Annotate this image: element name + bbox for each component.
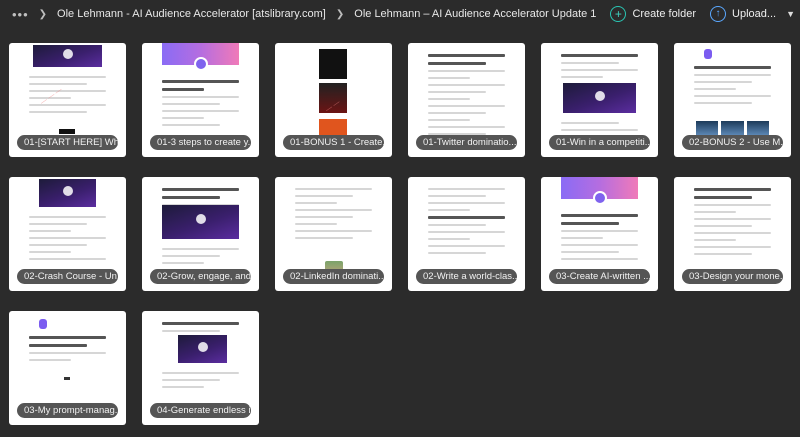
video-thumbnail	[33, 45, 102, 67]
file-name: 01-3 steps to create y...	[150, 135, 251, 150]
file-name: 02-LinkedIn dominati...	[283, 269, 384, 284]
breadcrumb-item-current[interactable]: Ole Lehmann – AI Audience Accelerator Up…	[354, 8, 596, 20]
file-tile[interactable]: 02-Grow, engage, and...	[142, 177, 259, 291]
file-name: 03-My prompt-manag...	[17, 403, 118, 418]
chevron-right-icon: ❯	[335, 8, 345, 20]
top-bar: ••• ❯ Ole Lehmann - AI Audience Accelera…	[0, 0, 800, 28]
video-thumbnail	[563, 83, 636, 113]
file-name: 04-Generate endless i...	[150, 403, 251, 418]
button-preview	[59, 129, 75, 134]
logo-icon	[39, 319, 47, 329]
file-tile[interactable]: 01-Twitter dominatio...	[408, 43, 525, 157]
badge-icon	[193, 57, 208, 71]
file-name: 01-BONUS 1 - Create...	[283, 135, 384, 150]
play-icon	[197, 341, 208, 352]
play-icon	[594, 90, 605, 101]
upload-label: Upload...	[732, 8, 777, 20]
play-icon	[195, 214, 206, 225]
video-thumbnail	[39, 179, 96, 207]
play-icon	[62, 49, 73, 60]
more-icon[interactable]: •••	[12, 7, 29, 22]
chevron-right-icon: ❯	[38, 8, 48, 20]
upload-button[interactable]: ↑ Upload... ▼	[710, 6, 795, 22]
file-name: 02-BONUS 2 - Use M...	[682, 135, 783, 150]
file-name: 03-Design your mone...	[682, 269, 783, 284]
file-tile[interactable]: 02-BONUS 2 - Use M...	[674, 43, 791, 157]
file-tile[interactable]: 04-Generate endless i...	[142, 311, 259, 425]
file-tile[interactable]: 01-Win in a competiti...	[541, 43, 658, 157]
file-grid: — — — 01-[START HERE] Wh... 01-3 steps t…	[9, 43, 791, 425]
create-folder-label: Create folder	[632, 8, 697, 20]
chevron-down-icon[interactable]: ▼	[786, 9, 795, 19]
badge-icon	[592, 191, 607, 205]
upload-arrow-icon: ↑	[710, 6, 727, 22]
file-name: 01-[START HERE] Wh...	[17, 135, 118, 150]
file-tile[interactable]: 02-Crash Course - Un...	[9, 177, 126, 291]
file-tile[interactable]: 03-My prompt-manag...	[9, 311, 126, 425]
file-tile[interactable]: 01-3 steps to create y...	[142, 43, 259, 157]
book-cover-image	[319, 49, 347, 79]
breadcrumb-item-parent[interactable]: Ole Lehmann - AI Audience Accelerator [a…	[57, 8, 326, 20]
cursor-mark	[64, 377, 70, 380]
file-name: 02-Write a world-clas...	[416, 269, 517, 284]
plus-circle-icon: +	[610, 6, 627, 22]
file-tile[interactable]: — — — 01-[START HERE] Wh...	[9, 43, 126, 157]
logo-icon	[704, 49, 712, 59]
play-icon	[62, 185, 73, 196]
file-tile[interactable]: 03-Design your mone...	[674, 177, 791, 291]
create-folder-button[interactable]: + Create folder	[610, 6, 696, 22]
image-thumbnails	[696, 121, 769, 135]
file-name: 02-Grow, engage, and...	[150, 269, 251, 284]
file-tile[interactable]: 02-LinkedIn dominati...	[275, 177, 392, 291]
file-name: 01-Win in a competiti...	[549, 135, 650, 150]
video-thumbnail	[178, 335, 227, 363]
file-tile[interactable]: 03-Create AI-written ...	[541, 177, 658, 291]
file-name: 01-Twitter dominatio...	[416, 135, 517, 150]
file-tile[interactable]: — — 01-BONUS 1 - Create...	[275, 43, 392, 157]
file-tile[interactable]: 02-Write a world-clas...	[408, 177, 525, 291]
video-thumbnail	[162, 205, 239, 239]
file-name: 02-Crash Course - Un...	[17, 269, 118, 284]
file-name: 03-Create AI-written ...	[549, 269, 650, 284]
